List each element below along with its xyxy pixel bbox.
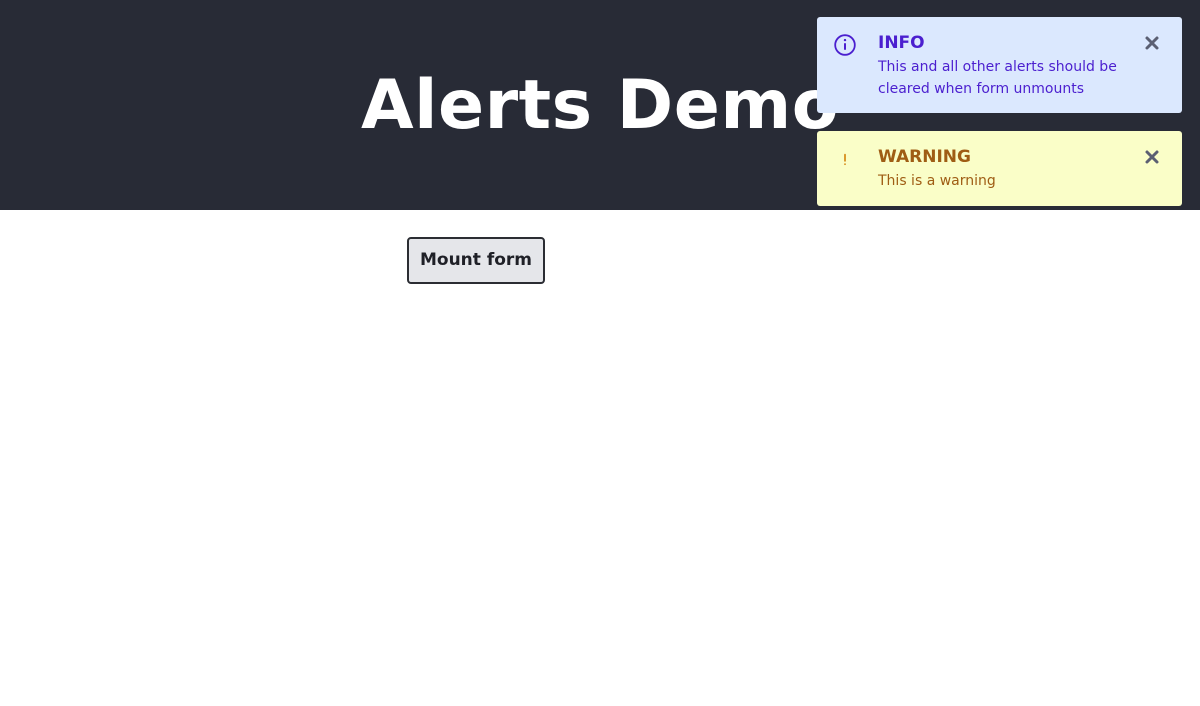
warning-alert-title: WARNING — [878, 147, 971, 167]
warning-alert: WARNING This is a warning — [817, 131, 1182, 206]
info-alert-title: INFO — [878, 33, 925, 53]
exclamation-icon — [833, 147, 857, 171]
mount-form-button[interactable]: Mount form — [407, 237, 545, 284]
close-icon[interactable] — [1144, 35, 1160, 51]
info-alert: INFO This and all other alerts should be… — [817, 17, 1182, 113]
warning-alert-message: This is a warning — [878, 173, 996, 189]
info-alert-message: This and all other alerts should be clea… — [878, 59, 1117, 97]
close-icon[interactable] — [1144, 149, 1160, 165]
info-circle-icon — [833, 33, 857, 57]
